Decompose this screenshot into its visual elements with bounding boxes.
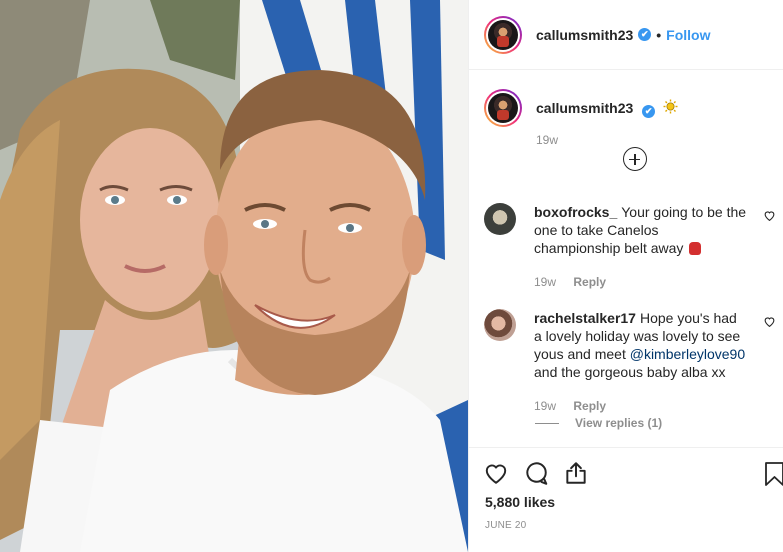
verified-badge-icon: ✔ [638,28,652,41]
author-username[interactable]: callumsmith23 [536,27,633,43]
author-avatar[interactable] [484,15,522,54]
view-replies-label: View replies (1) [575,416,663,430]
caption-username[interactable]: callumsmith23 [536,100,633,116]
mention-link[interactable]: @kimberleylove90 [630,346,745,362]
verified-badge-icon: ✔ [642,105,656,118]
reply-button[interactable]: Reply [573,399,606,413]
post-side-panel: callumsmith23 ✔ • Follow callumsmith23 ✔… [468,0,783,552]
commenter-avatar[interactable] [484,309,516,341]
boxing-glove-emoji-icon [689,242,702,255]
post-header: callumsmith23 ✔ • Follow [469,0,783,70]
heart-icon[interactable] [763,315,776,328]
likes-count[interactable]: 5,880 likes [485,494,555,510]
caption-timestamp: 19w [536,133,559,147]
commenter-username[interactable]: rachelstalker17 [534,310,636,326]
post-caption: callumsmith23 ✔ 19w [469,70,783,209]
commenter-username[interactable]: boxofrocks_ [534,204,617,220]
bookmark-icon[interactable] [764,461,783,487]
commenter-avatar[interactable] [484,203,516,235]
selfie-illustration [0,0,468,552]
comment-item: boxofrocks_ Your going to be the one to t… [484,203,783,291]
replies-divider-line [535,422,559,424]
post-photo[interactable] [0,0,468,552]
sun-emoji-icon [663,99,678,118]
comment-timestamp: 19w [534,399,557,413]
comment-meta: 19w Reply [534,273,748,291]
reply-button[interactable]: Reply [573,275,606,289]
heart-icon[interactable] [763,209,776,222]
caption-author-avatar[interactable] [484,89,522,127]
comment-icon[interactable] [523,460,549,486]
comment-item: rachelstalker17 Hope you's had a lovely h… [484,309,783,415]
heart-icon[interactable] [483,460,509,486]
plus-circle-icon[interactable] [623,147,647,171]
action-icons [469,448,783,490]
post-date: JUNE 20 [485,520,527,531]
follow-button[interactable]: Follow [666,27,710,43]
share-icon[interactable] [563,460,589,486]
post-actions-section: 5,880 likes JUNE 20 [469,447,783,552]
header-separator: • [656,26,662,43]
comment-timestamp: 19w [534,275,557,289]
view-replies-button[interactable]: View replies (1) [535,416,662,430]
comment-text-continued: and the gorgeous baby alba xx [534,364,726,380]
comment-meta: 19w Reply [534,397,748,415]
